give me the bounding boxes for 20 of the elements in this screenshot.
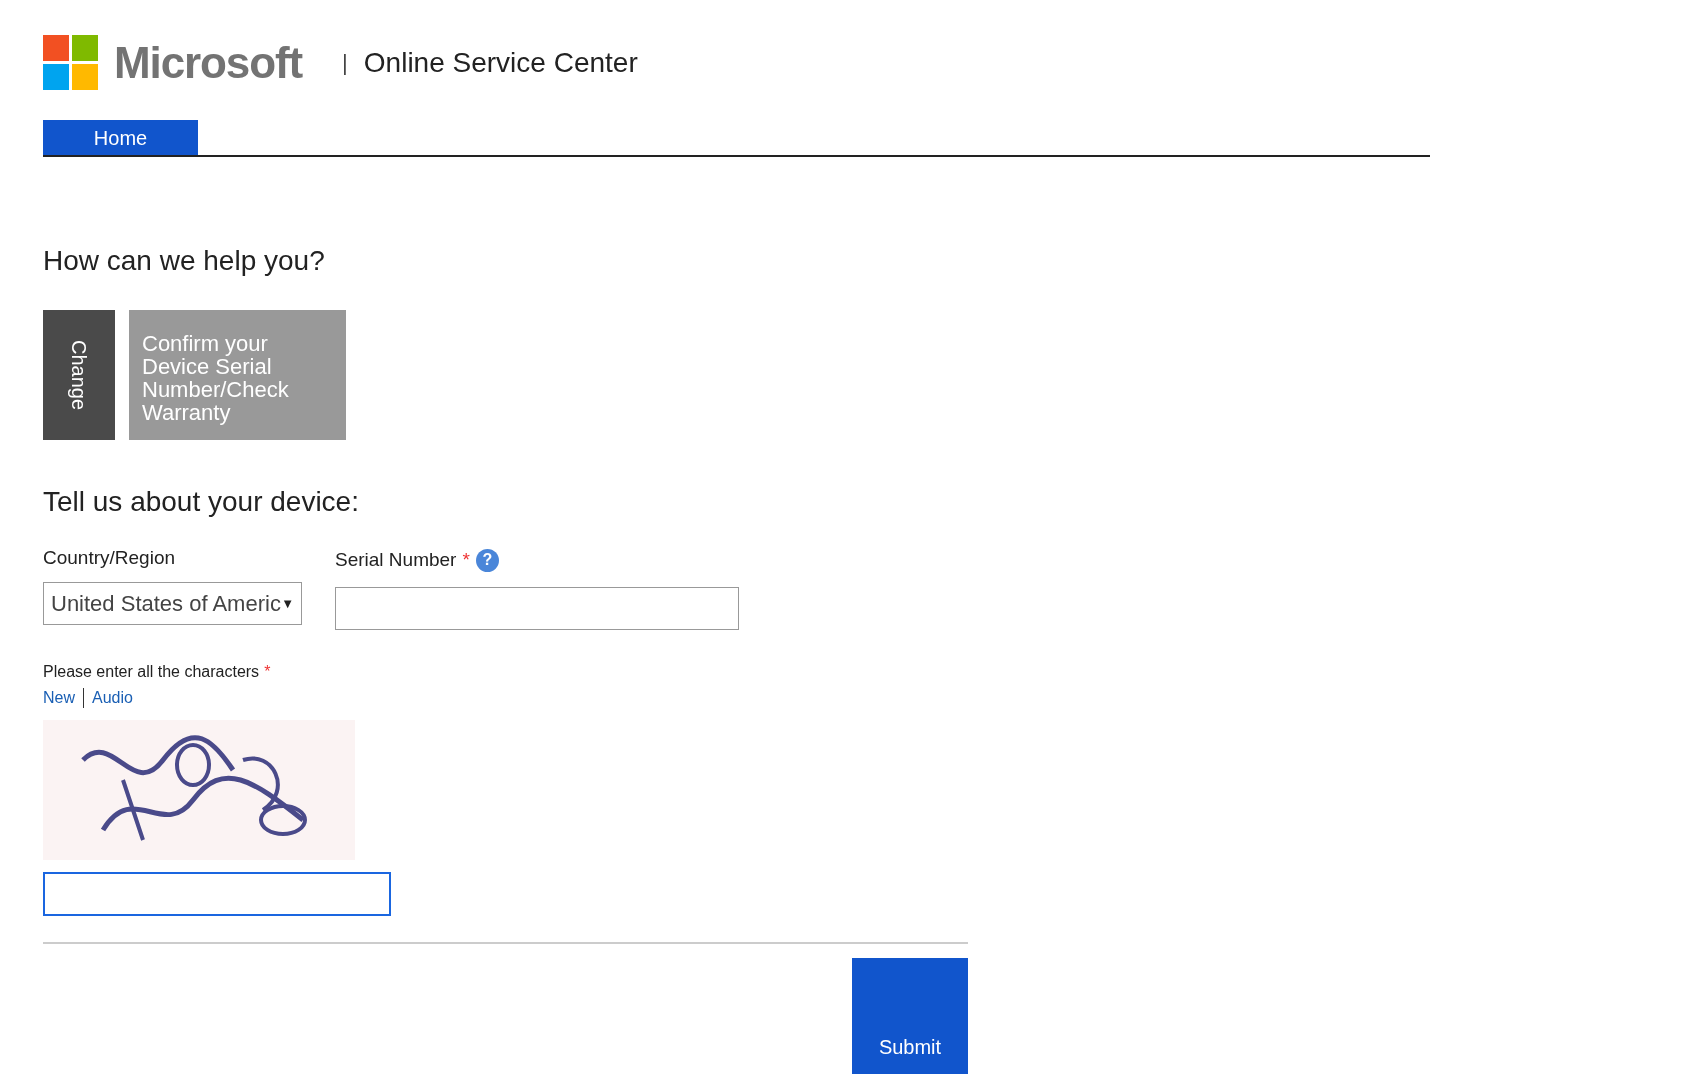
field-label: Country/Region xyxy=(43,546,177,570)
submit-button[interactable]: Submit xyxy=(852,957,968,1074)
field-label: Serial Number xyxy=(335,548,457,573)
captcha-label: Please enter all the characters xyxy=(43,661,260,682)
nav-tab[interactable]: Home xyxy=(43,120,198,155)
captcha-input[interactable] xyxy=(43,871,391,916)
change-tile[interactable]: Change xyxy=(43,310,115,440)
captcha-link[interactable]: New xyxy=(43,685,75,710)
logo-icon xyxy=(43,35,98,90)
help-icon[interactable]: ? xyxy=(475,548,499,572)
form-heading: Tell us about your device: xyxy=(43,488,360,516)
country-select[interactable]: United States of Americ▼ xyxy=(43,582,302,625)
required-mark: * xyxy=(462,548,470,572)
brand-name: Microsoft xyxy=(114,36,303,89)
captcha-link[interactable]: Audio xyxy=(92,685,133,710)
required-mark: * xyxy=(264,661,271,682)
page-heading: How can we help you? xyxy=(43,247,326,275)
site-title: Online Service Center xyxy=(363,45,638,80)
serial-input[interactable] xyxy=(335,586,739,630)
separator: | xyxy=(342,49,348,77)
